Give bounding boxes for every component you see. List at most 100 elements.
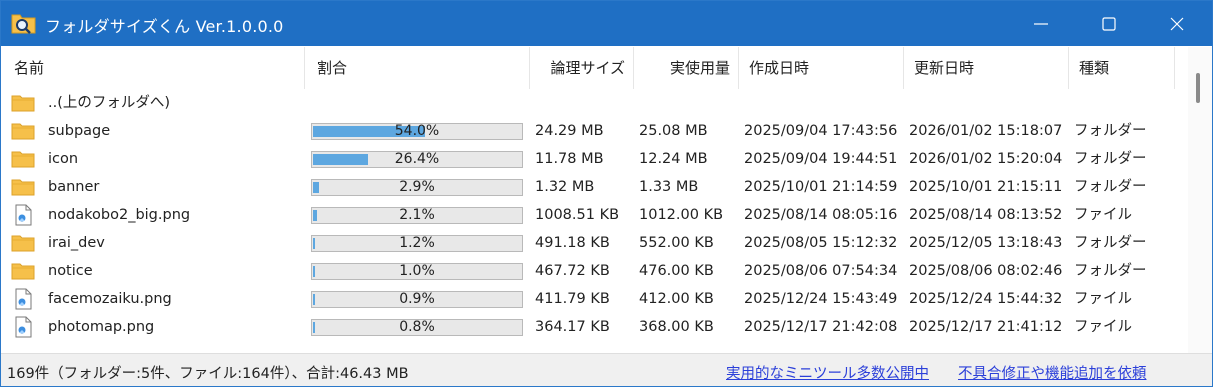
updated-date: 2025/12/17 21:41:12 <box>909 319 1063 335</box>
logical-size: 411.79 KB <box>535 291 610 307</box>
ratio-bar: 1.2% <box>311 235 523 252</box>
ratio-bar: 54.0% <box>311 123 523 140</box>
created-date: 2025/09/04 17:43:56 <box>744 123 898 139</box>
item-type: ファイル <box>1074 207 1132 223</box>
image-file-icon <box>11 316 35 338</box>
item-name: photomap.png <box>48 319 155 335</box>
ratio-bar: 2.1% <box>311 207 523 224</box>
logical-size: 364.17 KB <box>535 319 610 335</box>
ratio-label: 2.9% <box>399 179 435 195</box>
folder-icon <box>11 176 35 198</box>
item-name: irai_dev <box>48 235 105 251</box>
list-row[interactable]: notice 1.0% 467.72 KB 476.00 KB 2025/08/06 0… <box>2 257 1187 285</box>
ratio-bar: 2.9% <box>311 179 523 196</box>
item-name: notice <box>48 263 93 279</box>
folder-icon <box>11 120 35 142</box>
created-date: 2025/10/01 21:14:59 <box>744 179 898 195</box>
column-header-ratio[interactable]: 割合 <box>305 47 530 89</box>
item-type: フォルダー <box>1074 151 1147 167</box>
ratio-label: 26.4% <box>394 151 440 167</box>
allocated-size: 476.00 KB <box>639 263 714 279</box>
status-summary: 169件（フォルダー:5件、ファイル:164件）、合計:46.43 MB <box>7 366 409 382</box>
allocated-size: 1012.00 KB <box>639 207 724 223</box>
ratio-label: 1.0% <box>399 263 435 279</box>
item-name: banner <box>48 179 100 195</box>
list-row[interactable]: nodakobo2_big.png 2.1% 1008.51 KB 1012.00 K… <box>2 201 1187 229</box>
close-button[interactable] <box>1143 1 1211 46</box>
logical-size: 1008.51 KB <box>535 207 620 223</box>
ratio-bar: 26.4% <box>311 151 523 168</box>
allocated-size: 368.00 KB <box>639 319 714 335</box>
list-row[interactable]: facemozaiku.png 0.9% 411.79 KB 412.00 KB 202… <box>2 285 1187 313</box>
tools-link[interactable]: 実用的なミニツール多数公開中 <box>726 362 929 383</box>
updated-date: 2026/01/02 15:18:07 <box>909 123 1063 139</box>
minimize-button[interactable] <box>1007 1 1075 46</box>
item-type: フォルダー <box>1074 263 1147 279</box>
allocated-size: 1.33 MB <box>639 179 699 195</box>
item-type: フォルダー <box>1074 123 1147 139</box>
folder-icon <box>11 260 35 282</box>
folder-icon <box>11 92 35 114</box>
list-row[interactable]: icon 26.4% 11.78 MB 12.24 MB 2025/09/04 19:4… <box>2 145 1187 173</box>
logical-size: 1.32 MB <box>535 179 595 195</box>
list-row[interactable]: photomap.png 0.8% 364.17 KB 368.00 KB 2025/1… <box>2 313 1187 341</box>
allocated-size: 25.08 MB <box>639 123 708 139</box>
list-row[interactable]: ..(上のフォルダへ) <box>2 89 1187 117</box>
updated-date: 2025/10/01 21:15:11 <box>909 179 1063 195</box>
created-date: 2025/08/05 15:12:32 <box>744 235 898 251</box>
column-header-alloc[interactable]: 実使用量 <box>634 47 739 89</box>
vertical-scrollbar[interactable] <box>1188 47 1212 353</box>
created-date: 2025/08/14 08:05:16 <box>744 207 898 223</box>
close-icon <box>1170 17 1184 31</box>
status-bar: 169件（フォルダー:5件、ファイル:164件）、合計:46.43 MB 実用的… <box>1 353 1212 386</box>
column-header-name[interactable]: 名前 <box>2 47 305 89</box>
updated-date: 2026/01/02 15:20:04 <box>909 151 1063 167</box>
created-date: 2025/08/06 07:54:34 <box>744 263 898 279</box>
list-row[interactable]: subpage 54.0% 24.29 MB 25.08 MB 2025/09/04 1… <box>2 117 1187 145</box>
list-row[interactable]: banner 2.9% 1.32 MB 1.33 MB 2025/10/01 21:14… <box>2 173 1187 201</box>
minimize-icon <box>1034 23 1048 25</box>
updated-date: 2025/08/14 08:13:52 <box>909 207 1063 223</box>
allocated-size: 552.00 KB <box>639 235 714 251</box>
item-name: nodakobo2_big.png <box>48 207 191 223</box>
list-row[interactable]: irai_dev 1.2% 491.18 KB 552.00 KB 2025/08/05… <box>2 229 1187 257</box>
logical-size: 11.78 MB <box>535 151 604 167</box>
item-type: フォルダー <box>1074 179 1147 195</box>
list-header: 名前 割合 論理サイズ 実使用量 作成日時 更新日時 種類 <box>2 47 1187 89</box>
image-file-icon <box>11 288 35 310</box>
created-date: 2025/12/17 21:42:08 <box>744 319 898 335</box>
column-header-created[interactable]: 作成日時 <box>739 47 904 89</box>
window-title: フォルダサイズくん Ver.1.0.0.0 <box>45 17 284 36</box>
ratio-bar: 1.0% <box>311 263 523 280</box>
folder-search-icon <box>11 14 36 34</box>
ratio-bar: 0.8% <box>311 319 523 336</box>
logical-size: 467.72 KB <box>535 263 610 279</box>
ratio-label: 54.0% <box>394 123 440 139</box>
maximize-button[interactable] <box>1075 1 1143 46</box>
request-link[interactable]: 不具合修正や機能追加を依頼 <box>958 362 1147 383</box>
logical-size: 24.29 MB <box>535 123 604 139</box>
item-type: ファイル <box>1074 291 1132 307</box>
item-type: フォルダー <box>1074 235 1147 251</box>
image-file-icon <box>11 204 35 226</box>
maximize-icon <box>1102 17 1116 31</box>
title-bar[interactable]: フォルダサイズくん Ver.1.0.0.0 <box>1 1 1212 46</box>
folder-icon <box>11 148 35 170</box>
file-list[interactable]: 名前 割合 論理サイズ 実使用量 作成日時 更新日時 種類 ..(上のフォルダへ… <box>2 47 1187 353</box>
scrollbar-thumb[interactable] <box>1196 73 1200 103</box>
ratio-bar: 0.9% <box>311 291 523 308</box>
created-date: 2025/12/24 15:43:49 <box>744 291 898 307</box>
item-type: ファイル <box>1074 319 1132 335</box>
allocated-size: 412.00 KB <box>639 291 714 307</box>
column-header-size[interactable]: 論理サイズ <box>530 47 634 89</box>
app-window: フォルダサイズくん Ver.1.0.0.0 名前 割合 論理サイズ 実使用量 作… <box>0 0 1213 387</box>
item-name: subpage <box>48 123 111 139</box>
item-name: ..(上のフォルダへ) <box>48 95 171 111</box>
item-name: facemozaiku.png <box>48 291 172 307</box>
logical-size: 491.18 KB <box>535 235 610 251</box>
updated-date: 2025/08/06 08:02:46 <box>909 263 1063 279</box>
ratio-label: 2.1% <box>399 207 435 223</box>
ratio-label: 0.9% <box>399 291 435 307</box>
column-header-type[interactable]: 種類 <box>1069 47 1175 89</box>
column-header-updated[interactable]: 更新日時 <box>904 47 1069 89</box>
